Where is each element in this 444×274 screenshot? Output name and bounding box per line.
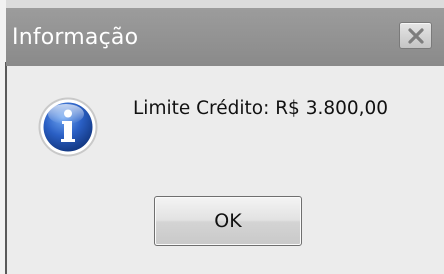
title-bar[interactable]: Informação <box>6 8 444 66</box>
message-text: Limite Crédito: R$ 3.800,00 <box>133 98 389 119</box>
window-title: Informação <box>12 25 139 50</box>
information-dialog: Informação Limite Crédito: R$ 3.800,00 O… <box>0 0 444 274</box>
info-icon <box>38 97 98 157</box>
close-button[interactable] <box>399 22 432 49</box>
close-icon <box>408 28 424 44</box>
ok-button[interactable]: OK <box>154 196 302 246</box>
